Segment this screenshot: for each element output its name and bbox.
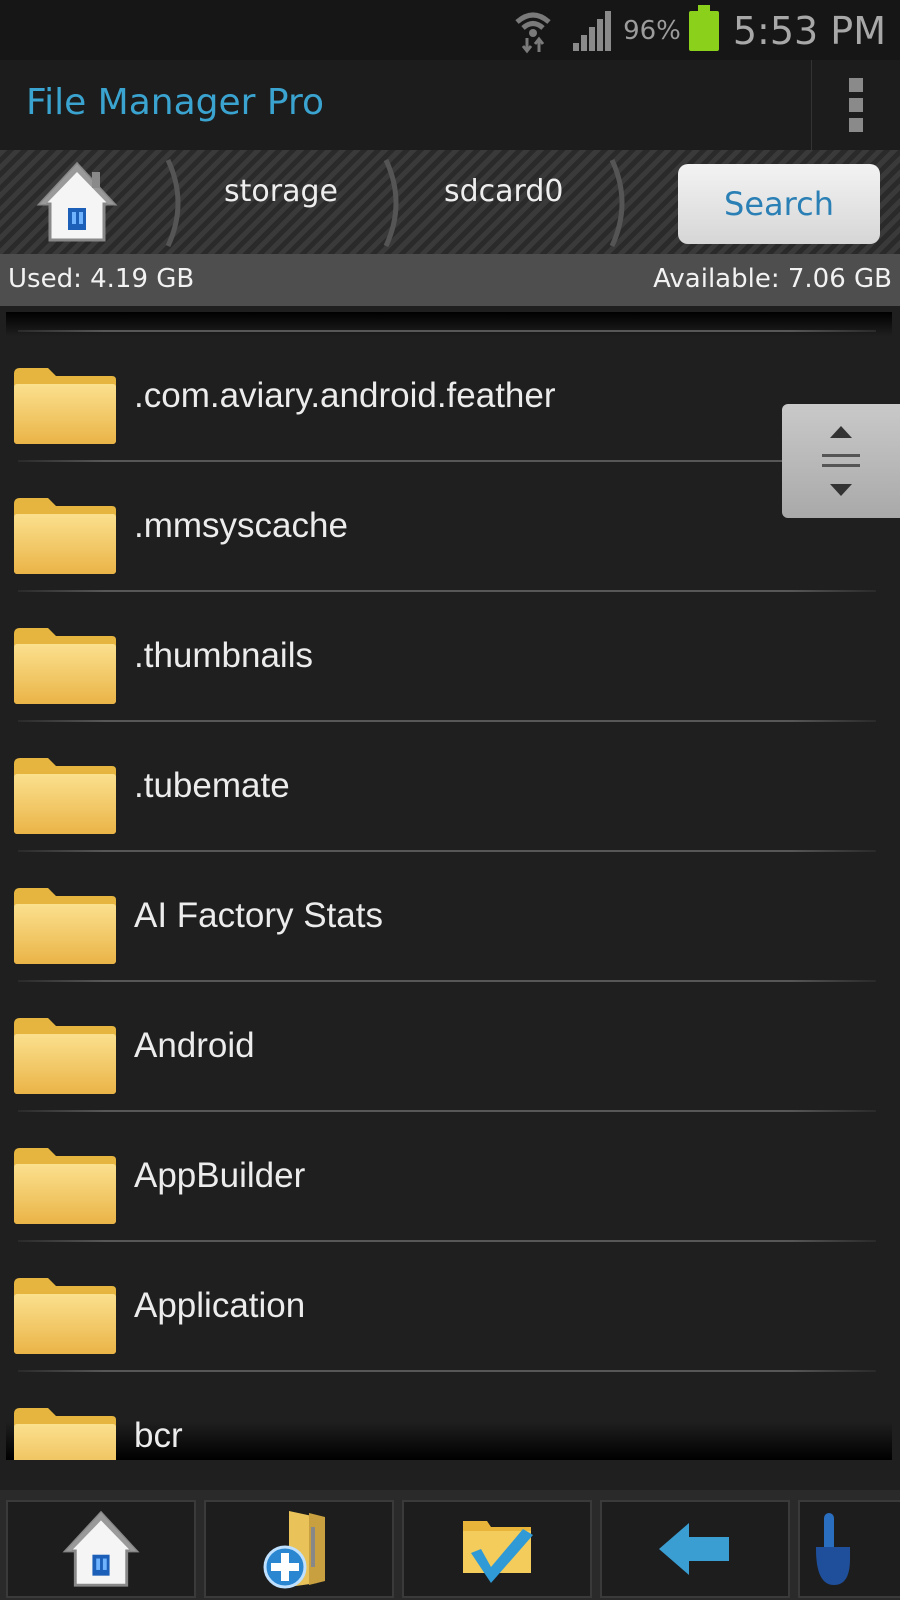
home-icon <box>36 161 118 242</box>
file-list-item[interactable]: bcr <box>6 1370 892 1460</box>
file-name: AI Factory Stats <box>134 896 383 935</box>
clock: 5:53 PM <box>732 9 886 53</box>
home-icon <box>62 1510 140 1587</box>
file-list-item[interactable]: .com.aviary.android.feather <box>6 330 892 460</box>
folder-icon <box>14 888 116 964</box>
breadcrumb: storage sdcard0 Search <box>0 150 900 254</box>
overflow-menu-button[interactable] <box>811 60 900 150</box>
status-bar: 96% 5:53 PM <box>0 0 900 60</box>
breadcrumb-item-sdcard0[interactable]: sdcard0 <box>444 174 564 209</box>
file-name: Application <box>134 1286 306 1325</box>
wifi-icon <box>515 12 551 54</box>
file-list-item[interactable]: AppBuilder <box>6 1110 892 1240</box>
overflow-dot <box>849 98 863 112</box>
back-arrow-icon <box>659 1523 729 1575</box>
file-name: AppBuilder <box>134 1156 306 1195</box>
bottom-toolbar <box>0 1490 900 1600</box>
row-divider <box>18 330 876 332</box>
file-list-item[interactable]: Android <box>6 980 892 1110</box>
row-divider <box>18 590 876 592</box>
folder-icon <box>14 1018 116 1094</box>
file-name: .tubemate <box>134 766 290 805</box>
scroll-handle-icon <box>822 426 860 496</box>
action-bar: File Manager Pro <box>0 60 900 150</box>
toolbar-back-button[interactable] <box>600 1500 790 1598</box>
breadcrumb-separator-icon <box>383 158 399 248</box>
file-list-item[interactable]: .tubemate <box>6 720 892 850</box>
new-folder-icon <box>263 1511 325 1589</box>
row-divider <box>18 980 876 982</box>
file-list-item[interactable]: AI Factory Stats <box>6 850 892 980</box>
row-divider <box>18 460 876 462</box>
folder-icon <box>14 368 116 444</box>
folder-icon <box>14 1408 116 1460</box>
overflow-dot <box>849 118 863 132</box>
overflow-menu-icon <box>849 78 863 92</box>
battery-icon <box>688 5 719 51</box>
file-list-item[interactable]: .thumbnails <box>6 590 892 720</box>
folder-icon <box>14 1148 116 1224</box>
row-divider <box>18 1370 876 1372</box>
file-name: .thumbnails <box>134 636 313 675</box>
folder-icon <box>14 1278 116 1354</box>
folder-icon <box>14 758 116 834</box>
row-divider <box>18 1110 876 1112</box>
toolbar-touch-button[interactable] <box>798 1500 900 1598</box>
file-list-item[interactable]: .mmsyscache <box>6 460 892 590</box>
signal-icon <box>573 11 612 51</box>
row-divider <box>18 720 876 722</box>
select-folder-icon <box>463 1521 533 1583</box>
file-list-item[interactable]: Application <box>6 1240 892 1370</box>
toolbar-select-button[interactable] <box>402 1500 592 1598</box>
row-divider <box>18 1240 876 1242</box>
breadcrumb-home-button[interactable] <box>36 160 118 244</box>
file-name: .com.aviary.android.feather <box>134 376 556 415</box>
file-list[interactable]: .com.aviary.android.feather .mmsyscache .t… <box>6 312 892 1460</box>
breadcrumb-separator-icon <box>609 158 625 248</box>
used-storage: Used: 4.19 GB <box>8 264 195 294</box>
folder-icon <box>14 628 116 704</box>
battery-percent: 96% <box>623 16 681 46</box>
toolbar-home-button[interactable] <box>6 1500 196 1598</box>
toolbar-new-folder-button[interactable] <box>204 1500 394 1598</box>
touch-hand-icon <box>816 1513 850 1585</box>
breadcrumb-separator-icon <box>165 158 181 248</box>
folder-icon <box>14 498 116 574</box>
storage-info-bar: Used: 4.19 GB Available: 7.06 GB <box>0 254 900 306</box>
row-divider <box>18 850 876 852</box>
file-name: .mmsyscache <box>134 506 348 545</box>
breadcrumb-item-storage[interactable]: storage <box>224 174 338 209</box>
fast-scroll-handle[interactable] <box>782 404 900 518</box>
available-storage: Available: 7.06 GB <box>653 264 892 294</box>
file-name: Android <box>134 1026 255 1065</box>
search-button[interactable]: Search <box>678 164 880 244</box>
file-name: bcr <box>134 1416 183 1455</box>
app-title: File Manager Pro <box>26 82 325 123</box>
